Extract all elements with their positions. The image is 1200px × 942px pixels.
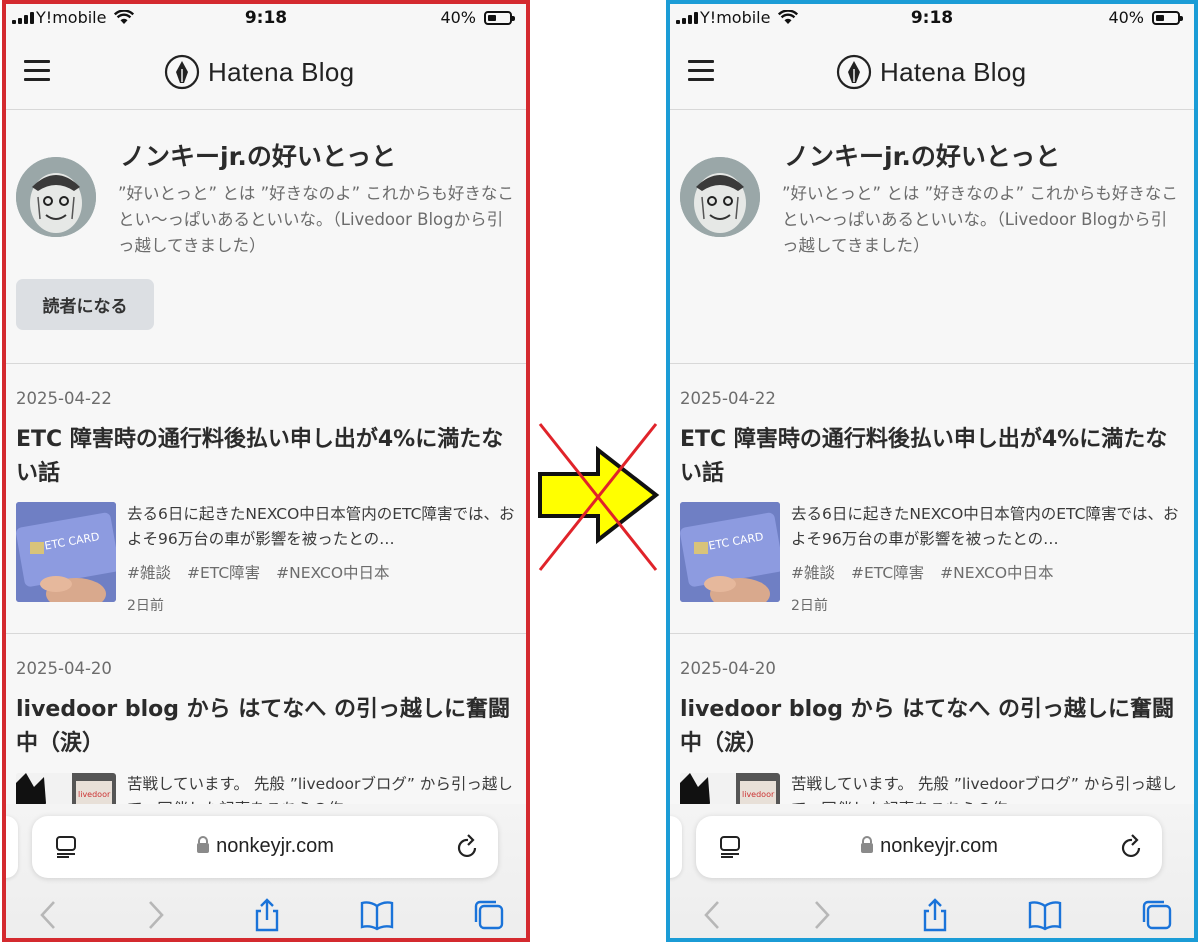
battery-percent: 40% — [1108, 8, 1144, 27]
hatena-pen-icon — [164, 54, 200, 90]
forward-icon[interactable] — [138, 898, 172, 932]
tag-link[interactable]: #ETC障害 — [187, 561, 260, 583]
safari-bottom-bar: nonkeyjr.com — [670, 804, 1194, 938]
lock-icon — [861, 836, 874, 853]
entry-title[interactable]: ETC 障害時の通行料後払い申し出が4%に満たない話 — [680, 423, 1185, 491]
transition-arrow — [534, 418, 664, 574]
entry-tags: #雑談 #ETC障害 #NEXCO中日本 — [127, 561, 390, 583]
hamburger-icon[interactable] — [688, 60, 716, 82]
entry-title[interactable]: livedoor blog から はてなへ の引っ越しに奮闘中（涙） — [16, 693, 521, 761]
status-bar: Y!mobile 9:18 40% — [6, 4, 526, 30]
url-display[interactable]: nonkeyjr.com — [696, 835, 1162, 858]
entry-excerpt: 去る6日に起きたNEXCO中日本管内のETC障害では、およそ96万台の車が影響を… — [127, 505, 515, 548]
tag-link[interactable]: #NEXCO中日本 — [940, 561, 1053, 583]
forward-icon[interactable] — [804, 898, 838, 932]
address-bar[interactable]: nonkeyjr.com — [696, 816, 1162, 878]
entry-thumbnail[interactable]: ETC CARD — [16, 502, 116, 602]
entry-relative-time: 2日前 — [127, 598, 164, 614]
after-screenshot: Y!mobile 9:18 40% Hatena Blog ノンキーjr.の好い… — [666, 0, 1198, 942]
share-icon[interactable] — [250, 898, 284, 932]
address-bar[interactable]: nonkeyjr.com — [32, 816, 498, 878]
before-screenshot: Y!mobile 9:18 40% Hatena Blog ノンキーjr.の好い… — [2, 0, 530, 942]
blog-description: ”好いとっと” とは ”好きなのよ” これからも好きなことい〜っぱいあるといいな… — [118, 184, 514, 255]
previous-tab-peek[interactable] — [670, 816, 682, 878]
tabs-icon[interactable] — [472, 898, 506, 932]
tabs-icon[interactable] — [1140, 898, 1174, 932]
tag-link[interactable]: #NEXCO中日本 — [276, 561, 389, 583]
tag-link[interactable]: #ETC障害 — [851, 561, 924, 583]
url-display[interactable]: nonkeyjr.com — [32, 835, 498, 858]
blog-title[interactable]: ノンキーjr.の好いとっと — [120, 137, 396, 173]
tag-link[interactable]: #雑談 — [127, 561, 171, 583]
safari-bottom-bar: nonkeyjr.com — [6, 804, 526, 938]
entry-relative-time: 2日前 — [791, 598, 828, 614]
avatar[interactable] — [16, 157, 96, 237]
hatena-logo[interactable]: Hatena Blog — [836, 54, 1026, 90]
entry-excerpt: 去る6日に起きたNEXCO中日本管内のETC障害では、およそ96万台の車が影響を… — [791, 505, 1179, 548]
logo-text: Hatena Blog — [208, 56, 355, 87]
svg-text:livedoor: livedoor — [78, 790, 111, 799]
blog-header: Hatena Blog — [670, 30, 1194, 110]
url-text: nonkeyjr.com — [216, 835, 334, 857]
battery-percent: 40% — [440, 8, 476, 27]
share-icon[interactable] — [918, 898, 952, 932]
blog-profile: ノンキーjr.の好いとっと ”好いとっと” とは ”好きなのよ” これからも好き… — [670, 111, 1194, 364]
bookmarks-icon[interactable] — [1028, 898, 1062, 932]
browser-toolbar — [6, 894, 526, 938]
entry-thumbnail[interactable]: ETC CARD — [680, 502, 780, 602]
blog-header: Hatena Blog — [6, 30, 526, 110]
entry-card[interactable]: 2025-04-22 ETC 障害時の通行料後払い申し出が4%に満たない話 ET… — [6, 365, 526, 634]
hatena-pen-icon — [836, 54, 872, 90]
browser-toolbar — [670, 894, 1194, 938]
entry-card[interactable]: 2025-04-20 livedoor blog から はてなへ の引っ越しに奮… — [670, 635, 1194, 873]
reload-icon[interactable] — [456, 834, 480, 860]
reload-icon[interactable] — [1120, 834, 1144, 860]
lock-icon — [197, 836, 210, 853]
url-text: nonkeyjr.com — [880, 835, 998, 857]
entry-title[interactable]: ETC 障害時の通行料後払い申し出が4%に満たない話 — [16, 423, 521, 491]
logo-text: Hatena Blog — [880, 56, 1027, 87]
comparison-stage: Y!mobile 9:18 40% Hatena Blog ノンキーjr.の好い… — [0, 0, 1200, 942]
blog-description: ”好いとっと” とは ”好きなのよ” これからも好きなことい〜っぱいあるといいな… — [782, 184, 1178, 255]
entry-tags: #雑談 #ETC障害 #NEXCO中日本 — [791, 561, 1054, 583]
tag-link[interactable]: #雑談 — [791, 561, 835, 583]
entry-title[interactable]: livedoor blog から はてなへ の引っ越しに奮闘中（涙） — [680, 693, 1185, 761]
battery-icon — [484, 11, 515, 25]
back-icon[interactable] — [32, 898, 66, 932]
entry-card[interactable]: 2025-04-22 ETC 障害時の通行料後払い申し出が4%に満たない話 ET… — [670, 365, 1194, 634]
previous-tab-peek[interactable] — [6, 816, 18, 878]
blog-title[interactable]: ノンキーjr.の好いとっと — [784, 137, 1060, 173]
hatena-logo[interactable]: Hatena Blog — [164, 54, 354, 90]
subscribe-button[interactable]: 読者になる — [16, 279, 154, 330]
svg-text:livedoor: livedoor — [742, 790, 775, 799]
entry-date: 2025-04-22 — [16, 389, 112, 408]
entry-date: 2025-04-20 — [16, 659, 112, 678]
avatar[interactable] — [680, 157, 760, 237]
entry-card[interactable]: 2025-04-20 livedoor blog から はてなへ の引っ越しに奮… — [6, 635, 526, 873]
hamburger-icon[interactable] — [24, 60, 52, 82]
entry-date: 2025-04-22 — [680, 389, 776, 408]
blog-profile: ノンキーjr.の好いとっと ”好いとっと” とは ”好きなのよ” これからも好き… — [6, 111, 526, 364]
bookmarks-icon[interactable] — [360, 898, 394, 932]
back-icon[interactable] — [696, 898, 730, 932]
entry-date: 2025-04-20 — [680, 659, 776, 678]
status-bar: Y!mobile 9:18 40% — [670, 4, 1194, 30]
battery-icon — [1152, 11, 1183, 25]
